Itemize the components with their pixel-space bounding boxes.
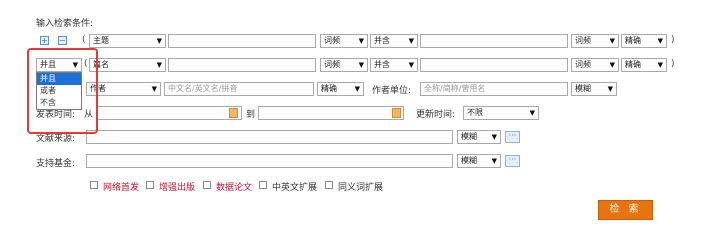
fund-input[interactable] <box>86 154 453 168</box>
keyword-input-2b[interactable] <box>420 58 568 72</box>
chevron-down-icon: ▼ <box>609 37 615 45</box>
precision-select-1-value: 精确 <box>625 36 641 45</box>
author-precision-select[interactable]: 精确 ▼ <box>317 82 364 96</box>
author-unit-input[interactable]: 全称/简称/曾用名 <box>420 82 568 96</box>
author-unit-match-value: 模糊 <box>575 84 591 93</box>
chevron-down-icon: ▼ <box>358 37 364 45</box>
paren-close: ) <box>671 35 675 45</box>
remove-row-icon[interactable]: − <box>58 36 67 45</box>
checkbox-data-paper-label: 数据论文 <box>216 183 253 193</box>
checkbox-enhanced-label: 增强出版 <box>159 183 196 193</box>
checkbox-enhanced[interactable] <box>146 181 154 189</box>
date-from-input[interactable] <box>96 106 242 120</box>
source-input[interactable] <box>86 130 453 144</box>
author-unit-label: 作者单位: <box>372 86 412 96</box>
match-select-1a[interactable]: 词频 ▼ <box>320 34 368 48</box>
logic-select-2-value: 并含 <box>374 60 390 69</box>
source-more-button[interactable]: ··· <box>505 131 520 143</box>
source-match-select[interactable]: 模糊 ▼ <box>457 130 501 144</box>
match-select-2a[interactable]: 词频 ▼ <box>320 58 368 72</box>
chevron-down-icon: ▼ <box>156 37 162 45</box>
field-select-1[interactable]: 主题 ▼ <box>89 34 166 48</box>
keyword-input-1[interactable] <box>168 34 316 48</box>
checkbox-cn-en-expand[interactable] <box>259 181 267 189</box>
chevron-down-icon: ▼ <box>657 61 663 69</box>
field-select-1-value: 主题 <box>93 36 109 45</box>
field-select-2[interactable]: 篇名 ▼ <box>89 58 166 72</box>
precision-select-2-value: 精确 <box>625 60 641 69</box>
keyword-input-1b[interactable] <box>420 34 568 48</box>
paren-open: ( <box>82 35 86 45</box>
chevron-down-icon: ▼ <box>657 37 663 45</box>
update-time-select[interactable]: 不限 ▼ <box>463 106 539 120</box>
search-button[interactable]: 检 索 <box>598 200 653 220</box>
match-select-1b-value: 词频 <box>575 36 591 45</box>
chevron-down-icon: ▼ <box>609 61 615 69</box>
checkbox-cn-en-expand-label: 中英文扩展 <box>272 183 318 193</box>
calendar-icon[interactable] <box>229 108 238 118</box>
keyword-input-2[interactable] <box>168 58 316 72</box>
author-precision-value: 精确 <box>321 84 337 93</box>
precision-select-1[interactable]: 精确 ▼ <box>621 34 667 48</box>
author-name-input[interactable]: 中文名/英文名/拼音 <box>164 82 314 96</box>
checkbox-online-first[interactable] <box>90 181 98 189</box>
add-row-icon[interactable]: + <box>40 36 49 45</box>
fund-label: 支持基金: <box>36 159 76 169</box>
fund-match-value: 模糊 <box>461 156 477 165</box>
logic-select-2[interactable]: 并含 ▼ <box>370 58 418 72</box>
fund-more-button[interactable]: ··· <box>505 155 520 167</box>
chevron-down-icon: ▼ <box>408 37 414 45</box>
checkbox-synonym-expand[interactable] <box>325 181 333 189</box>
checkbox-synonym-expand-label: 同义词扩展 <box>338 183 384 193</box>
logic-select-1-value: 并含 <box>374 36 390 45</box>
checkbox-data-paper[interactable] <box>203 181 211 189</box>
chevron-down-icon: ▼ <box>151 85 157 93</box>
chevron-down-icon: ▼ <box>358 61 364 69</box>
update-time-value: 不限 <box>467 108 483 117</box>
chevron-down-icon: ▼ <box>156 61 162 69</box>
checkbox-online-first-label: 网络首发 <box>103 183 140 193</box>
author-unit-match-select[interactable]: 模糊 ▼ <box>571 82 617 96</box>
chevron-down-icon: ▼ <box>529 109 535 117</box>
logic-select-1[interactable]: 并含 ▼ <box>370 34 418 48</box>
paren-close: ) <box>671 59 675 69</box>
chevron-down-icon: ▼ <box>491 133 497 141</box>
match-select-1a-value: 词频 <box>324 36 340 45</box>
match-select-1b[interactable]: 词频 ▼ <box>571 34 619 48</box>
fund-match-select[interactable]: 模糊 ▼ <box>457 154 501 168</box>
precision-select-2[interactable]: 精确 ▼ <box>621 58 667 72</box>
update-time-label: 更新时间: <box>416 110 456 120</box>
chevron-down-icon: ▼ <box>491 157 497 165</box>
match-select-2b[interactable]: 词频 ▼ <box>571 58 619 72</box>
match-select-2a-value: 词频 <box>324 60 340 69</box>
source-match-value: 模糊 <box>461 132 477 141</box>
date-to-input[interactable] <box>258 106 404 120</box>
date-to-label: 到 <box>246 110 256 120</box>
highlight-box <box>27 48 98 134</box>
chevron-down-icon: ▼ <box>354 85 360 93</box>
chevron-down-icon: ▼ <box>408 61 414 69</box>
chevron-down-icon: ▼ <box>607 85 613 93</box>
match-select-2b-value: 词频 <box>575 60 591 69</box>
calendar-icon[interactable] <box>392 108 401 118</box>
form-title: 输入检索条件: <box>36 19 94 29</box>
